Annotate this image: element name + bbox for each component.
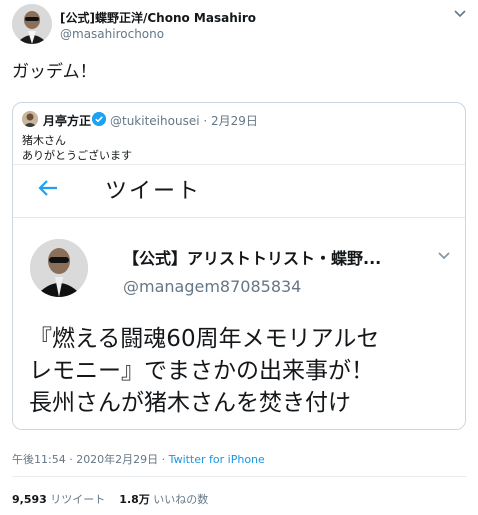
image-body-line-cut: ー (29, 415, 465, 429)
image-body-line: 長州さんが猪木さんを焚き付け (29, 390, 351, 416)
tweet-source-link[interactable]: Twitter for iPhone (169, 453, 265, 466)
quoted-author-handle: @tukiteihousei (110, 114, 200, 128)
verified-badge-icon (92, 112, 106, 126)
image-header-divider (13, 217, 465, 218)
avatar-photo-icon (22, 111, 38, 127)
avatar-photo-icon (30, 239, 88, 297)
quoted-tweet-card[interactable]: 月亭方正 @tukiteihousei · 2月29日 猪木さん ありがとうござ… (12, 102, 466, 430)
quoted-tweet-image[interactable]: ツイート 【公式】アリストトリスト・蝶野... @managem87085834… (13, 163, 465, 429)
image-account-handle: @managem87085834 (123, 277, 302, 296)
avatar-photo-icon (12, 4, 52, 44)
likes-count: 1.8万 (119, 493, 150, 506)
retweets-stat[interactable]: 9,593 リツイート (12, 493, 105, 506)
quoted-text-line: 猪木さん (22, 134, 66, 147)
quoted-tweet-date: · 2月29日 (203, 114, 258, 128)
image-body-line: レモニー』でまさかの出来事が！ (29, 358, 374, 384)
likes-stat[interactable]: 1.8万 いいねの数 (119, 493, 208, 506)
author-avatar[interactable] (12, 4, 52, 44)
quoted-text-line: ありがとうございます (22, 149, 132, 162)
likes-label: いいねの数 (153, 493, 209, 506)
quoted-author-name: 月亭方正 (43, 114, 92, 128)
image-header-title: ツイート (105, 179, 202, 204)
chevron-down-icon (438, 252, 450, 260)
image-top-border (13, 164, 465, 165)
image-account-avatar (30, 239, 88, 297)
author-name[interactable]: [公式]蝶野正洋/Chono Masahiro (60, 9, 256, 26)
author-handle[interactable]: @masahirochono (60, 27, 164, 41)
tweet: [公式]蝶野正洋/Chono Masahiro @masahirochono ガ… (0, 0, 478, 515)
quoted-author-avatar (22, 111, 38, 127)
image-account-name: 【公式】アリストトリスト・蝶野... (123, 249, 382, 268)
image-body-line: 『燃える闘魂60周年メモリアルセ (29, 326, 380, 352)
tweet-timestamp[interactable]: 午後11:54 · 2020年2月29日 · (12, 453, 169, 466)
tweet-text: ガッデム！ (12, 62, 97, 82)
retweets-label: リツイート (50, 493, 106, 506)
tweet-stats: 9,593 リツイート 1.8万 いいねの数 (12, 491, 208, 507)
chevron-down-icon[interactable] (452, 8, 468, 20)
back-arrow-icon (38, 180, 57, 196)
tweet-meta: 午後11:54 · 2020年2月29日 · Twitter for iPhon… (12, 451, 265, 467)
retweets-count: 9,593 (12, 493, 47, 506)
quoted-author-handle-date: @tukiteihousei · 2月29日 (110, 112, 258, 129)
stats-divider (12, 476, 466, 477)
